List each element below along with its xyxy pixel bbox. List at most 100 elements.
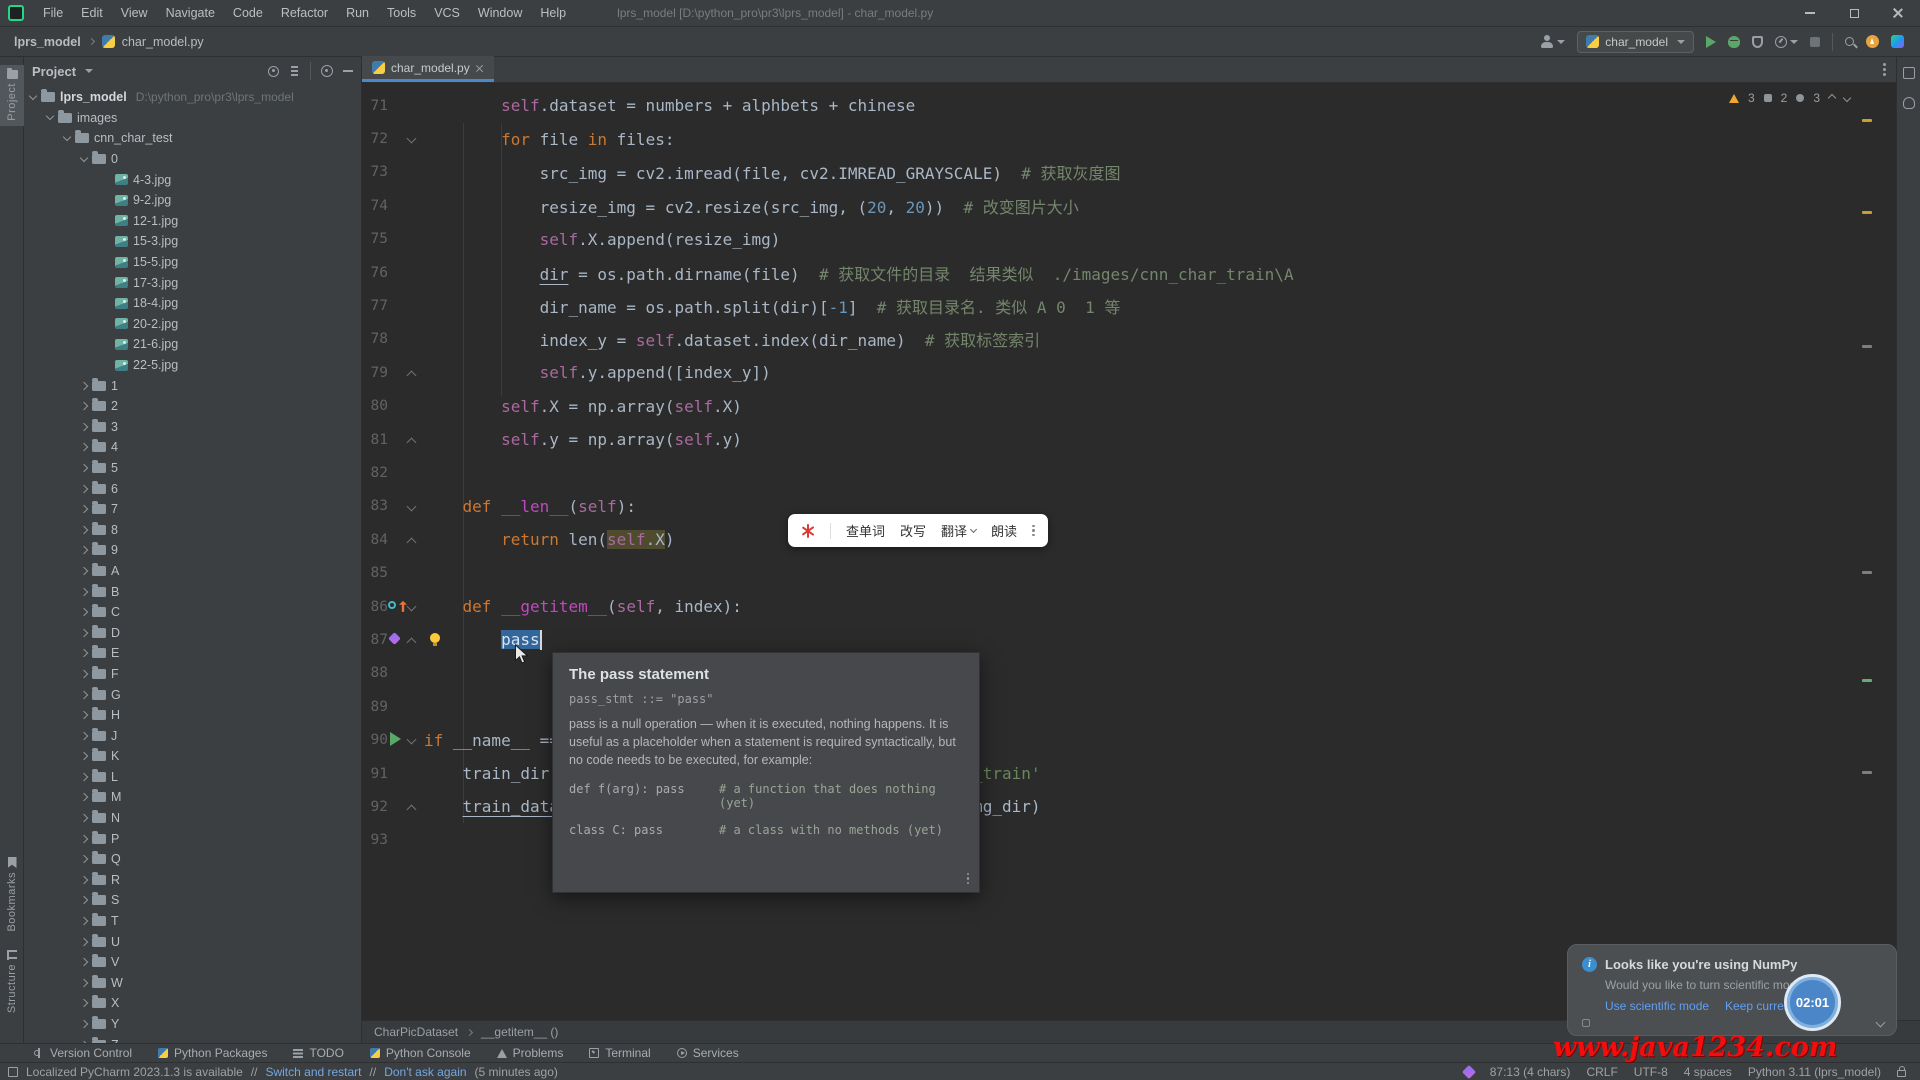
tree-item-F[interactable]: F [24, 664, 361, 685]
line-number[interactable]: 73 [362, 164, 388, 180]
ai-assistant-gutter-icon[interactable] [388, 632, 401, 645]
code-line-79[interactable]: 79 self.y.append([index_y]) [362, 356, 1896, 389]
fold-region-icon[interactable] [407, 601, 417, 611]
tree-item-M[interactable]: M [24, 787, 361, 808]
tool-window-problems[interactable]: Problems [497, 1046, 564, 1060]
project-panel-title-wrap[interactable]: Project [32, 64, 93, 79]
user-menu-button[interactable] [1540, 35, 1565, 49]
hide-panel-button[interactable] [343, 70, 353, 72]
coverage-button[interactable] [1752, 36, 1763, 48]
chevron-collapsed-icon[interactable] [80, 731, 88, 739]
tree-item-cnn_char_test[interactable]: cnn_char_test [24, 128, 361, 149]
chevron-collapsed-icon[interactable] [80, 876, 88, 884]
menu-run[interactable]: Run [337, 0, 378, 27]
tree-item-G[interactable]: G [24, 684, 361, 705]
tree-item-9[interactable]: 9 [24, 540, 361, 561]
chevron-collapsed-icon[interactable] [80, 917, 88, 925]
tree-item-X[interactable]: X [24, 993, 361, 1014]
chevron-expanded-icon[interactable] [63, 133, 71, 141]
status-segment-3[interactable]: 4 spaces [1684, 1065, 1732, 1079]
code-line-82[interactable]: 82 [362, 456, 1896, 489]
fold-region-icon[interactable] [407, 735, 417, 745]
run-gutter-icon[interactable] [390, 732, 401, 746]
tool-window-project[interactable]: Project [0, 65, 24, 126]
code-line-71[interactable]: 71 self.dataset = numbers + alphbets + c… [362, 89, 1896, 122]
code-line-80[interactable]: 80 self.X = np.array(self.X) [362, 390, 1896, 423]
menu-refactor[interactable]: Refactor [272, 0, 337, 27]
tree-item-N[interactable]: N [24, 808, 361, 829]
menu-view[interactable]: View [112, 0, 157, 27]
tree-item-lprs_model[interactable]: lprs_modelD:\python_pro\pr3\lprs_model [24, 87, 361, 108]
line-number[interactable]: 75 [362, 231, 388, 247]
debug-button[interactable] [1728, 36, 1740, 48]
next-problem-icon[interactable] [1843, 94, 1851, 102]
status-segment-2[interactable]: UTF-8 [1634, 1065, 1668, 1079]
chevron-collapsed-icon[interactable] [80, 896, 88, 904]
code-line-74[interactable]: 74 resize_img = cv2.resize(src_img, (20,… [362, 189, 1896, 222]
status-segment-4[interactable]: Python 3.11 (lprs_model) [1748, 1065, 1881, 1079]
tree-item-A[interactable]: A [24, 561, 361, 582]
translate-action-2[interactable]: 翻译 [941, 521, 976, 540]
code-line-85[interactable]: 85 [362, 556, 1896, 589]
chevron-collapsed-icon[interactable] [80, 464, 88, 472]
code-line-72[interactable]: 72 for file in files: [362, 122, 1896, 155]
tool-window-bookmarks[interactable]: Bookmarks [0, 857, 24, 932]
line-number[interactable]: 88 [362, 665, 388, 681]
tool-window-switcher-icon[interactable] [8, 1067, 18, 1077]
tree-item-D[interactable]: D [24, 622, 361, 643]
status-segment-1[interactable]: CRLF [1586, 1065, 1617, 1079]
chevron-collapsed-icon[interactable] [80, 484, 88, 492]
tree-item-3[interactable]: 3 [24, 417, 361, 438]
tool-window-services[interactable]: Services [677, 1046, 739, 1060]
tree-item-J[interactable]: J [24, 725, 361, 746]
tool-window-terminal[interactable]: Terminal [589, 1046, 650, 1060]
chevron-collapsed-icon[interactable] [80, 381, 88, 389]
line-number[interactable]: 84 [362, 532, 388, 548]
tree-item-4[interactable]: 4 [24, 437, 361, 458]
override-method-icon[interactable] [388, 601, 396, 609]
chevron-collapsed-icon[interactable] [80, 690, 88, 698]
translate-action-0[interactable]: 查单词 [846, 521, 885, 540]
tree-item-V[interactable]: V [24, 952, 361, 973]
chevron-collapsed-icon[interactable] [80, 608, 88, 616]
line-number[interactable]: 76 [362, 265, 388, 281]
dont-ask-link[interactable]: Don't ask again [384, 1065, 466, 1079]
chevron-collapsed-icon[interactable] [80, 793, 88, 801]
stop-button[interactable] [1810, 37, 1820, 47]
tree-item-Q[interactable]: Q [24, 849, 361, 870]
fold-region-icon[interactable] [407, 501, 417, 511]
tree-item-images[interactable]: images [24, 108, 361, 129]
scrollbar-mark[interactable] [1862, 771, 1872, 774]
chevron-collapsed-icon[interactable] [80, 670, 88, 678]
line-number[interactable]: 74 [362, 198, 388, 214]
tool-window-python-console[interactable]: Python Console [370, 1046, 471, 1060]
line-number[interactable]: 77 [362, 298, 388, 314]
tree-item-1[interactable]: 1 [24, 375, 361, 396]
fold-end-icon[interactable] [407, 538, 417, 548]
nav-crumb-project[interactable]: lprs_model [14, 35, 81, 49]
code-line-73[interactable]: 73 src_img = cv2.imread(file, cv2.IMREAD… [362, 156, 1896, 189]
tree-item-15-3.jpg[interactable]: 15-3.jpg [24, 231, 361, 252]
tab-close-icon[interactable] [476, 64, 484, 72]
code-line-81[interactable]: 81 self.y = np.array(self.y) [362, 423, 1896, 456]
line-number[interactable]: 82 [362, 465, 388, 481]
line-number[interactable]: 83 [362, 498, 388, 514]
chevron-collapsed-icon[interactable] [80, 628, 88, 636]
tool-window-version-control[interactable]: Version Control [34, 1046, 132, 1060]
chevron-expanded-icon[interactable] [80, 153, 88, 161]
chevron-collapsed-icon[interactable] [80, 979, 88, 987]
chevron-collapsed-icon[interactable] [80, 546, 88, 554]
scrollbar-mark[interactable] [1862, 119, 1872, 122]
maximize-button[interactable] [1832, 0, 1876, 27]
tree-item-Z[interactable]: Z [24, 1034, 361, 1043]
scrollbar-mark[interactable] [1862, 679, 1872, 682]
line-number[interactable]: 78 [362, 331, 388, 347]
scrollbar-mark[interactable] [1862, 345, 1872, 348]
line-number[interactable]: 90 [362, 732, 388, 748]
ai-assistant-icon[interactable] [1462, 1064, 1476, 1078]
line-number[interactable]: 72 [362, 131, 388, 147]
database-icon[interactable] [1903, 97, 1915, 109]
tree-item-0[interactable]: 0 [24, 149, 361, 170]
chevron-collapsed-icon[interactable] [80, 1020, 88, 1028]
profiler-button[interactable] [1775, 36, 1798, 48]
